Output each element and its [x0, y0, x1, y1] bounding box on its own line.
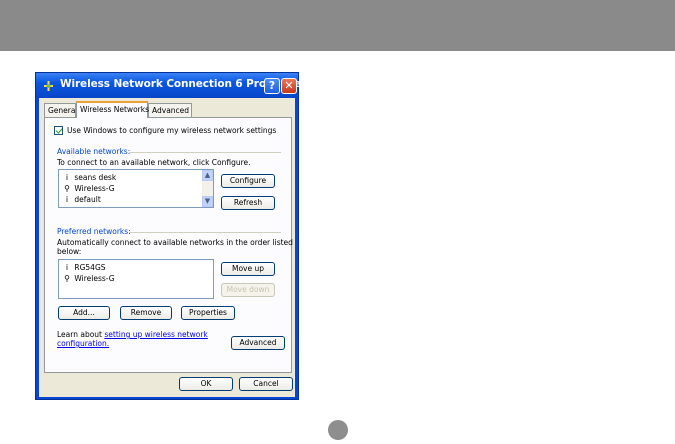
tab-wireless-networks[interactable]: Wireless Networks — [76, 101, 149, 118]
remove-button[interactable]: Remove — [120, 306, 172, 320]
page-number-dot — [328, 420, 348, 440]
available-instruction: To connect to an available network, clic… — [57, 158, 251, 167]
learn-about-text: Learn about setting up wireless network — [57, 330, 208, 339]
network-antenna-icon: ⚲ — [64, 184, 70, 193]
available-group-divider — [129, 152, 281, 153]
preferred-networks-list[interactable]: i RG54GS ⚲ Wireless-G — [58, 259, 214, 299]
list-item[interactable]: i seans desk — [62, 172, 116, 183]
page-header-band — [0, 0, 675, 51]
preferred-networks-heading: Preferred networks: — [57, 227, 131, 236]
properties-dialog: Wireless Network Connection 6 Properties… — [35, 72, 307, 400]
refresh-button[interactable]: Refresh — [221, 196, 275, 210]
use-windows-checkbox[interactable] — [54, 126, 63, 135]
use-windows-label[interactable]: Use Windows to configure my wireless net… — [67, 126, 276, 135]
title-bar[interactable]: Wireless Network Connection 6 Properties… — [36, 73, 307, 98]
tab-general[interactable]: General — [44, 103, 78, 117]
close-button[interactable]: ✕ — [281, 78, 297, 94]
preferred-instruction-line2: below: — [57, 247, 82, 256]
preferred-group-divider — [129, 232, 281, 233]
help-button[interactable]: ? — [264, 78, 280, 94]
list-item[interactable]: i RG54GS — [62, 262, 106, 273]
available-networks-list[interactable]: i seans desk ⚲ Wireless-G i default ▲ ▼ — [58, 169, 214, 208]
network-info-icon: i — [65, 195, 69, 204]
preferred-instruction-line1: Automatically connect to available netwo… — [57, 238, 293, 247]
tab-advanced[interactable]: Advanced — [148, 103, 192, 117]
ok-button[interactable]: OK — [179, 377, 233, 391]
dialog-client-area: General Wireless Networks Advanced Use W… — [39, 98, 295, 397]
network-antenna-icon: ⚲ — [64, 274, 70, 283]
add-button[interactable]: Add... — [58, 306, 110, 320]
network-info-icon: i — [65, 173, 69, 182]
move-down-button[interactable]: Move down — [221, 283, 275, 297]
setup-wireless-link-continued[interactable]: configuration. — [57, 339, 109, 348]
cancel-button[interactable]: Cancel — [239, 377, 293, 391]
setup-wireless-link[interactable]: setting up wireless network — [104, 330, 207, 339]
advanced-button[interactable]: Advanced — [231, 336, 285, 350]
list-item[interactable]: ⚲ Wireless-G — [62, 183, 115, 194]
available-list-scrollbar[interactable]: ▲ ▼ — [202, 170, 213, 207]
properties-button[interactable]: Properties — [181, 306, 235, 320]
scroll-down-icon[interactable]: ▼ — [202, 196, 213, 207]
available-networks-heading: Available networks: — [57, 147, 131, 156]
wireless-networks-panel: Use Windows to configure my wireless net… — [44, 117, 293, 373]
network-connection-icon — [44, 81, 53, 91]
configure-button[interactable]: Configure — [221, 174, 275, 188]
move-up-button[interactable]: Move up — [221, 262, 275, 276]
scroll-up-icon[interactable]: ▲ — [202, 170, 213, 181]
network-info-icon: i — [65, 263, 69, 272]
list-item[interactable]: ⚲ Wireless-G — [62, 273, 115, 284]
list-item[interactable]: i default — [62, 194, 101, 205]
